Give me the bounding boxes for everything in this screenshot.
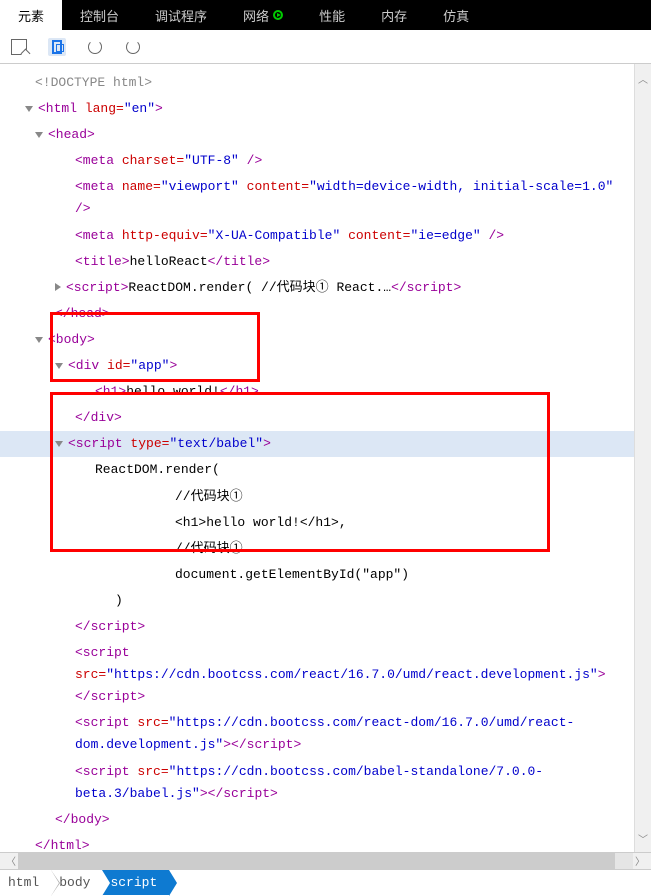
script-content[interactable]: ) bbox=[115, 593, 123, 608]
record-icon bbox=[273, 10, 283, 20]
title-node[interactable]: <title>helloReact</title> bbox=[75, 254, 270, 269]
html-close[interactable]: </html> bbox=[35, 838, 90, 853]
chevron-left-icon: 〈 bbox=[6, 853, 16, 869]
dom-tree[interactable]: <!DOCTYPE html> <html lang="en"> <head> … bbox=[0, 64, 651, 854]
script-content[interactable]: //代码块① bbox=[175, 541, 243, 556]
expand-toggle[interactable] bbox=[35, 337, 43, 343]
chevron-right-icon: 〉 bbox=[635, 853, 645, 869]
highlight-icon[interactable] bbox=[48, 38, 66, 56]
tab-debugger[interactable]: 调试程序 bbox=[137, 0, 225, 30]
script-content[interactable]: document.getElementById("app") bbox=[175, 567, 409, 582]
script-close[interactable]: </script> bbox=[75, 619, 145, 634]
script-reactdom[interactable]: <script src="https://cdn.bootcss.com/rea… bbox=[75, 715, 574, 752]
reload-icon[interactable] bbox=[86, 38, 104, 56]
crumb-script[interactable]: script bbox=[102, 870, 169, 895]
toolbar bbox=[0, 30, 651, 64]
tab-emulation[interactable]: 仿真 bbox=[425, 0, 487, 30]
meta-charset[interactable]: <meta charset="UTF-8" /> bbox=[75, 153, 262, 168]
meta-compat[interactable]: <meta http-equiv="X-UA-Compatible" conte… bbox=[75, 228, 504, 243]
horizontal-scrollbar[interactable]: 〈 〉 bbox=[0, 852, 651, 869]
scrollbar-track[interactable] bbox=[18, 853, 633, 869]
scrollbar-thumb[interactable] bbox=[18, 853, 615, 869]
meta-viewport[interactable]: <meta name="viewport" content="width=dev… bbox=[75, 179, 613, 216]
script-react[interactable]: <script src="https://cdn.bootcss.com/rea… bbox=[75, 645, 606, 704]
script-content[interactable]: <h1>hello world!</h1>, bbox=[175, 515, 347, 530]
select-element-icon[interactable] bbox=[10, 38, 28, 56]
expand-toggle[interactable] bbox=[55, 363, 63, 369]
breadcrumb: html body script bbox=[0, 869, 651, 895]
tab-network[interactable]: 网络 bbox=[225, 0, 301, 30]
script-babel-open[interactable]: <script type="text/babel"> bbox=[68, 436, 271, 451]
script-collapsed[interactable]: <script>ReactDOM.render( //代码块① React.…<… bbox=[66, 280, 461, 295]
script-content[interactable]: ReactDOM.render( bbox=[95, 462, 220, 477]
redo-icon[interactable] bbox=[124, 38, 142, 56]
body-open[interactable]: <body> bbox=[48, 332, 95, 347]
devtools-tabs: 元素 控制台 调试程序 网络 性能 内存 仿真 bbox=[0, 0, 651, 30]
crumb-html[interactable]: html bbox=[0, 870, 51, 895]
body-close[interactable]: </body> bbox=[55, 812, 110, 827]
expand-toggle[interactable] bbox=[35, 132, 43, 138]
chevron-up-icon: ︿ bbox=[638, 71, 648, 87]
script-babel[interactable]: <script src="https://cdn.bootcss.com/bab… bbox=[75, 764, 543, 801]
vertical-scrollbar[interactable]: ︿ ﹀ bbox=[634, 64, 651, 854]
script-content[interactable]: //代码块① bbox=[175, 489, 243, 504]
tab-performance[interactable]: 性能 bbox=[301, 0, 363, 30]
tab-elements[interactable]: 元素 bbox=[0, 0, 62, 30]
head-close[interactable]: </head> bbox=[55, 306, 110, 321]
tab-console[interactable]: 控制台 bbox=[62, 0, 137, 30]
expand-toggle[interactable] bbox=[55, 283, 61, 291]
head-open[interactable]: <head> bbox=[48, 127, 95, 142]
html-open[interactable]: <html lang="en"> bbox=[38, 101, 163, 116]
doctype-node[interactable]: <!DOCTYPE html> bbox=[35, 75, 152, 90]
expand-toggle[interactable] bbox=[25, 106, 33, 112]
h1-node[interactable]: <h1>hello world!</h1> bbox=[95, 384, 259, 399]
div-app-open[interactable]: <div id="app"> bbox=[68, 358, 177, 373]
tab-memory[interactable]: 内存 bbox=[363, 0, 425, 30]
expand-toggle[interactable] bbox=[55, 441, 63, 447]
div-close[interactable]: </div> bbox=[75, 410, 122, 425]
chevron-down-icon: ﹀ bbox=[638, 831, 648, 847]
